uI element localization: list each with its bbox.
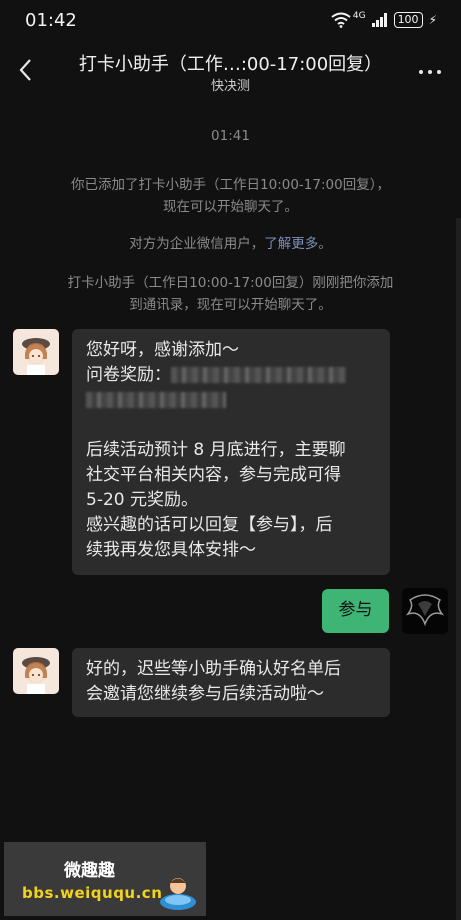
system-notice-line: 打卡小助手（工作日10:00-17:00回复）刚刚把你添加 (67, 275, 394, 291)
my-avatar[interactable] (402, 588, 448, 634)
contact-avatar[interactable] (13, 329, 59, 375)
status-bar: 01:42 4G 100 ⚡ (0, 0, 461, 44)
system-notice-line: 到通讯录，现在可以开始聊天了。 (129, 297, 332, 313)
more-options-icon[interactable] (419, 70, 441, 74)
message-line: 好的，迟些等小助手确认好名单后 (86, 659, 341, 679)
incoming-message-bubble[interactable]: 好的，迟些等小助手确认好名单后 会邀请您继续参与后续活动啦～ (72, 648, 390, 717)
message-line: 后续活动预计 8 月底进行，主要聊 (86, 440, 346, 460)
mascot-icon (160, 878, 196, 910)
system-notice-added: 你已添加了打卡小助手（工作日10:00-17:00回复）， 现在可以开始聊天了。 (0, 174, 461, 218)
status-icons: 4G 100 ⚡ (331, 11, 437, 28)
chat-header: 打卡小助手（工作…:00-17:00回复） 快决测 (0, 44, 461, 100)
learn-more-link[interactable]: 了解更多 (264, 236, 318, 252)
signal-icon (371, 13, 387, 27)
charging-icon: ⚡ (428, 13, 437, 27)
message-line (86, 388, 376, 413)
message-line: 问卷奖励： (86, 363, 376, 388)
message-line: 5-20 元奖励。 (86, 490, 198, 510)
system-notice-wecom: 对方为企业微信用户，了解更多。 (0, 233, 461, 255)
network-type: 4G (352, 11, 366, 21)
message-line: 续我再发您具体安排～ (86, 540, 256, 560)
chat-subtitle: 快决测 (210, 79, 250, 94)
watermark-name: 微趣趣 (64, 861, 115, 881)
system-notice-contact: 打卡小助手（工作日10:00-17:00回复）刚刚把你添加 到通讯录，现在可以开… (0, 272, 461, 316)
message-text: 问卷奖励： (86, 365, 171, 385)
system-notice-text: 对方为企业微信用户， (129, 236, 265, 252)
message-line: 感兴趣的话可以回复【参与】，后 (86, 515, 333, 535)
outgoing-message-bubble[interactable]: 参与 (322, 589, 389, 633)
contact-avatar[interactable] (13, 648, 59, 694)
wifi-icon (331, 12, 351, 28)
message-line: 社交平台相关内容，参与完成可得 (86, 465, 341, 485)
system-notice-line: 现在可以开始聊天了。 (163, 199, 298, 215)
battery-icon: 100 (393, 12, 423, 28)
message-line: 会邀请您继续参与后续活动啦～ (86, 684, 324, 704)
redacted-text (86, 392, 226, 408)
incoming-message-bubble[interactable]: 您好呀，感谢添加～ 问卷奖励： 后续活动预计 8 月底进行，主要聊 社交平台相关… (72, 329, 390, 575)
redacted-text (171, 367, 346, 383)
message-line: 您好呀，感谢添加～ (86, 340, 239, 360)
message-timestamp: 01:41 (211, 128, 250, 144)
chat-title: 打卡小助手（工作…:00-17:00回复） (78, 54, 383, 75)
status-time: 01:42 (25, 10, 77, 31)
scrollbar[interactable] (456, 218, 461, 920)
watermark-logo: 微趣趣 bbs.weiququ.cn (4, 842, 206, 916)
system-notice-line: 你已添加了打卡小助手（工作日10:00-17:00回复）， (71, 177, 390, 193)
watermark-url: bbs.weiququ.cn (22, 884, 163, 902)
system-notice-text: 。 (318, 236, 332, 252)
